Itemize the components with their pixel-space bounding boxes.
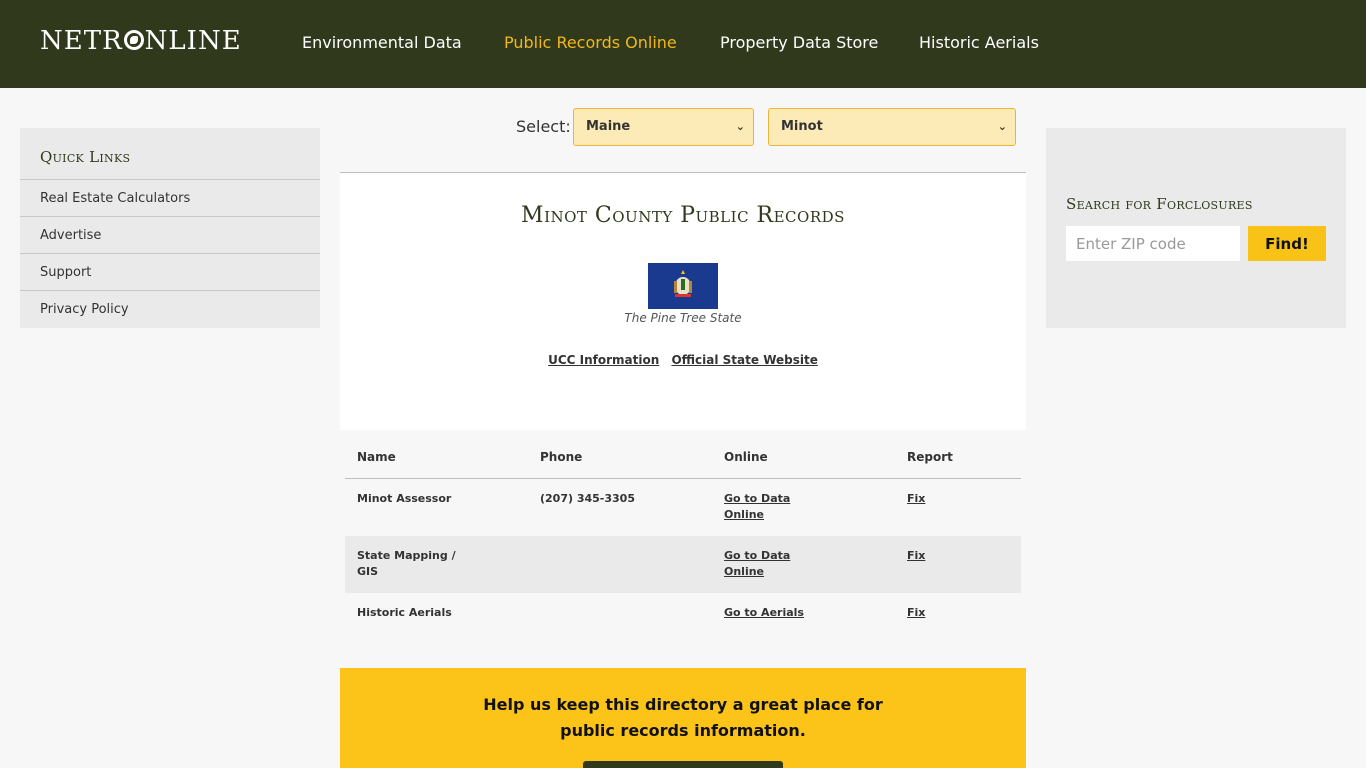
select-label: Select: — [516, 117, 571, 136]
nav-property-data-store[interactable]: Property Data Store — [720, 33, 878, 52]
maine-flag-image — [648, 263, 718, 309]
quick-links-panel: Quick Links Real Estate Calculators Adve… — [20, 128, 320, 328]
ucc-information-link[interactable]: UCC Information — [548, 353, 659, 367]
state-select[interactable]: Maine ⌄ — [573, 108, 754, 146]
go-to-aerials-link[interactable]: Go to Aerials — [724, 605, 804, 621]
column-header-report: Report — [907, 450, 953, 464]
go-to-data-link[interactable]: Go to Data — [724, 491, 790, 507]
record-name: Minot Assessor — [357, 492, 452, 505]
help-line-2: public records information. — [560, 721, 806, 740]
quick-link-real-estate-calculators[interactable]: Real Estate Calculators — [20, 179, 320, 216]
table-row: Historic Aerials Go to Aerials Fix — [345, 593, 1021, 633]
help-banner-button[interactable] — [583, 761, 783, 768]
page-title: Minot County Public Records — [521, 203, 845, 228]
chevron-down-icon: ⌄ — [735, 120, 745, 133]
nav-historic-aerials[interactable]: Historic Aerials — [919, 33, 1039, 52]
county-card: Minot County Public Records The Pine Tre… — [340, 172, 1026, 430]
zip-code-input[interactable] — [1066, 226, 1240, 261]
state-select-value: Maine — [586, 119, 631, 134]
quick-link-support[interactable]: Support — [20, 253, 320, 290]
quick-link-advertise[interactable]: Advertise — [20, 216, 320, 253]
go-to-data-link-line2[interactable]: Online — [724, 564, 764, 580]
county-select[interactable]: Minot ⌄ — [768, 108, 1016, 146]
county-select-value: Minot — [781, 119, 823, 134]
quick-links-title: Quick Links — [40, 148, 131, 166]
chevron-down-icon: ⌄ — [997, 120, 1007, 133]
quick-link-privacy-policy[interactable]: Privacy Policy — [20, 290, 320, 327]
nav-environmental-data[interactable]: Environmental Data — [302, 33, 462, 52]
main-nav: Environmental Data Public Records Online… — [0, 33, 1366, 55]
table-row: Minot Assessor (207) 345-3305 Go to Data… — [345, 479, 1021, 536]
help-banner-text: Help us keep this directory a great plac… — [340, 692, 1026, 744]
column-header-name: Name — [357, 450, 396, 464]
fix-report-link[interactable]: Fix — [907, 548, 925, 564]
table-row: State Mapping / GIS Go to Data Online Fi… — [345, 536, 1021, 593]
record-phone: (207) 345-3305 — [540, 492, 635, 505]
state-links: UCC Information Official State Website — [340, 353, 1026, 367]
fix-report-link[interactable]: Fix — [907, 605, 925, 621]
record-name: Historic Aerials — [357, 606, 452, 619]
top-navigation-bar: NETR NLINE Environmental Data Public Reco… — [0, 0, 1366, 88]
help-banner: Help us keep this directory a great plac… — [340, 668, 1026, 768]
official-state-website-link[interactable]: Official State Website — [671, 353, 817, 367]
column-header-online: Online — [724, 450, 768, 464]
state-seal-icon — [674, 270, 692, 297]
fix-report-link[interactable]: Fix — [907, 491, 925, 507]
go-to-data-link-line2[interactable]: Online — [724, 507, 764, 523]
flag-caption: The Pine Tree State — [624, 311, 742, 325]
go-to-data-link[interactable]: Go to Data — [724, 548, 790, 564]
find-button[interactable]: Find! — [1248, 226, 1326, 261]
nav-public-records-online[interactable]: Public Records Online — [504, 33, 677, 52]
help-line-1: Help us keep this directory a great plac… — [483, 695, 883, 714]
foreclosure-search-panel: Search for Forclosures Find! — [1046, 128, 1346, 328]
column-header-phone: Phone — [540, 450, 583, 464]
record-name: State Mapping / — [357, 549, 456, 562]
table-header: Name Phone Online Report — [345, 432, 1021, 479]
search-title: Search for Forclosures — [1066, 195, 1253, 213]
record-name-line2: GIS — [357, 565, 379, 578]
